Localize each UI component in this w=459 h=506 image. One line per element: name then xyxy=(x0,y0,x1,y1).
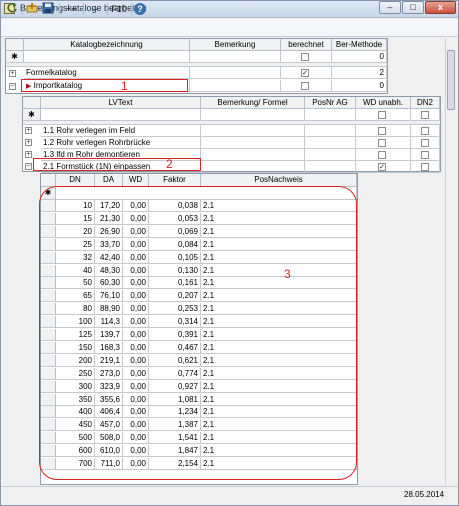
toolbar-separator xyxy=(107,3,108,15)
new-row-lvtext-cell[interactable] xyxy=(41,109,201,121)
column-header-lvtext[interactable]: LVText xyxy=(41,97,201,109)
minimize-button[interactable]: – xyxy=(379,1,401,14)
expand-icon[interactable]: + xyxy=(9,70,16,77)
status-bar xyxy=(1,486,458,505)
row-header-corner xyxy=(41,174,56,187)
posnr-cell[interactable] xyxy=(305,125,356,137)
annotation-box-1 xyxy=(21,79,188,92)
dn2-cell xyxy=(411,137,440,149)
remove-row-button[interactable]: -- xyxy=(87,2,103,16)
column-header-bemerkung[interactable]: Bemerkung xyxy=(190,39,281,51)
wd-cell: ✓ xyxy=(356,161,411,173)
toolbar-separator xyxy=(83,3,84,15)
row-header-corner xyxy=(6,39,24,51)
expand-icon[interactable]: + xyxy=(25,127,32,134)
dn2-cell xyxy=(411,149,440,161)
dn2-checkbox[interactable] xyxy=(421,111,429,119)
close-button[interactable]: x xyxy=(425,1,456,14)
remark-cell[interactable] xyxy=(201,137,305,149)
add-row-button[interactable]: ++ xyxy=(63,2,79,16)
column-header-bemerkung-formel[interactable]: Bemerkung/ Formel xyxy=(201,97,305,109)
expander-cell: + xyxy=(23,137,41,149)
collapse-icon[interactable]: − xyxy=(9,83,16,90)
dn2-checkbox[interactable] xyxy=(421,163,429,171)
save-icon[interactable] xyxy=(41,2,55,16)
catalog-method-cell[interactable]: 0 xyxy=(332,80,387,92)
expand-icon[interactable]: + xyxy=(25,139,32,146)
new-row-name-cell[interactable] xyxy=(24,51,190,63)
lvtext-cell[interactable]: 1.2 Rohr verlegen Rohrbrücke xyxy=(41,137,201,149)
remark-cell[interactable] xyxy=(201,149,305,161)
wd-cell xyxy=(356,125,411,137)
catalog-calculated-cell: ✓ xyxy=(281,67,332,79)
f10-button[interactable]: F10 xyxy=(110,2,128,16)
dn2-checkbox[interactable] xyxy=(421,139,429,147)
posnr-cell[interactable] xyxy=(305,149,356,161)
help-icon[interactable]: ? xyxy=(134,3,146,15)
new-row-remark-cell[interactable] xyxy=(201,109,305,121)
wd-checkbox[interactable] xyxy=(378,127,386,135)
new-row-marker: ✱ xyxy=(6,51,24,63)
new-row-marker: ✱ xyxy=(23,109,41,121)
posnr-cell[interactable] xyxy=(305,161,356,173)
add-entry-icon[interactable] xyxy=(25,2,39,16)
column-header-dn2[interactable]: DN2 xyxy=(411,97,440,109)
annotation-number-3: 3 xyxy=(284,267,291,281)
wd-checkbox-checked[interactable]: ✓ xyxy=(378,163,386,171)
new-row-posnr-cell[interactable] xyxy=(305,109,356,121)
column-header-ber-methode[interactable]: Ber-Methode xyxy=(332,39,387,51)
new-row-dn2-cell xyxy=(411,109,440,121)
remark-cell[interactable] xyxy=(201,161,305,173)
toolbar-separator xyxy=(59,3,60,15)
remark-cell[interactable] xyxy=(201,125,305,137)
expander-cell: + xyxy=(23,125,41,137)
calculated-checkbox-checked[interactable]: ✓ xyxy=(301,69,309,77)
column-header-posnr-ag[interactable]: PosNr AG xyxy=(305,97,356,109)
catalog-method-cell[interactable]: 2 xyxy=(332,67,387,79)
annotation-box-2 xyxy=(33,158,201,171)
toolbar-separator xyxy=(131,3,132,15)
dn2-cell xyxy=(411,125,440,137)
catalog-name-cell[interactable]: Formelkatalog xyxy=(24,67,190,79)
catalog-calculated-cell xyxy=(281,80,332,92)
wd-checkbox[interactable] xyxy=(378,151,386,159)
wd-cell xyxy=(356,137,411,149)
toolbar xyxy=(1,19,458,37)
new-row-calculated-checkbox[interactable] xyxy=(301,53,309,61)
status-date: 28.05.2014 xyxy=(404,490,445,499)
catalog-remark-cell[interactable] xyxy=(190,67,281,79)
maximize-button[interactable]: □ xyxy=(402,1,424,14)
calculated-checkbox-unchecked[interactable] xyxy=(301,82,309,90)
wd-checkbox[interactable] xyxy=(378,139,386,147)
new-row-remark-cell[interactable] xyxy=(190,51,281,63)
annotation-number-1: 1 xyxy=(121,79,128,93)
new-row-wd-cell xyxy=(356,109,411,121)
refresh-icon[interactable] xyxy=(5,2,19,16)
dn2-checkbox[interactable] xyxy=(421,151,429,159)
lvtext-cell[interactable]: 1.1 Rohr verlegen im Feld xyxy=(41,125,201,137)
column-header-wd-unabh[interactable]: WD unabh. xyxy=(356,97,411,109)
wd-checkbox[interactable] xyxy=(378,111,386,119)
column-header-katalogbezeichnung[interactable]: Katalogbezeichnung xyxy=(24,39,190,51)
posnr-cell[interactable] xyxy=(305,137,356,149)
row-header-corner xyxy=(23,97,41,109)
annotation-number-2: 2 xyxy=(166,157,173,171)
scrollbar-thumb[interactable] xyxy=(447,50,455,110)
expand-icon[interactable]: + xyxy=(25,151,32,158)
new-row-calculated-cell xyxy=(281,51,332,63)
catalog-remark-cell[interactable] xyxy=(190,80,281,92)
dn2-cell xyxy=(411,161,440,173)
column-header-berechnet[interactable]: berechnet xyxy=(281,39,332,51)
wd-cell xyxy=(356,149,411,161)
toolbar-separator xyxy=(22,3,23,15)
annotation-box-3 xyxy=(39,186,357,480)
new-row-method-cell[interactable]: 0 xyxy=(332,51,387,63)
collapse-icon[interactable]: − xyxy=(25,163,32,170)
dn2-checkbox[interactable] xyxy=(421,127,429,135)
